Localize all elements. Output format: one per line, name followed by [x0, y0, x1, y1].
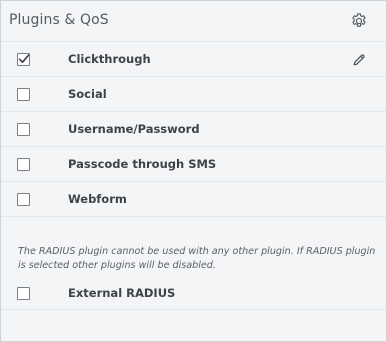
- panel-title: Plugins & QoS: [9, 12, 109, 28]
- passcode-sms-checkbox[interactable]: [17, 158, 30, 171]
- social-checkbox[interactable]: [17, 88, 30, 101]
- plugin-row-social[interactable]: Social: [1, 77, 386, 112]
- gear-icon[interactable]: [350, 12, 368, 30]
- plugin-row-passcode-sms[interactable]: Passcode through SMS: [1, 147, 386, 182]
- plugin-label: Social: [68, 87, 107, 101]
- plugins-qos-panel: Plugins & QoS Clickthrough Social Userna…: [0, 0, 387, 342]
- plugin-list: Clickthrough Social Username/Password Pa…: [1, 42, 386, 217]
- plugin-label: Passcode through SMS: [68, 157, 217, 171]
- username-password-checkbox[interactable]: [17, 123, 30, 136]
- plugin-row-username-password[interactable]: Username/Password: [1, 112, 386, 147]
- webform-checkbox[interactable]: [17, 193, 30, 206]
- plugin-label: External RADIUS: [68, 286, 176, 300]
- external-radius-checkbox[interactable]: [17, 287, 30, 300]
- panel-header: Plugins & QoS: [1, 1, 386, 42]
- clickthrough-checkbox[interactable]: [17, 53, 30, 66]
- checkmark-icon: [18, 54, 30, 63]
- plugin-label: Username/Password: [68, 122, 200, 136]
- plugin-row-webform[interactable]: Webform: [1, 182, 386, 217]
- plugin-row-clickthrough[interactable]: Clickthrough: [1, 42, 386, 77]
- radius-note: The RADIUS plugin cannot be used with an…: [18, 246, 376, 271]
- plugin-row-external-radius[interactable]: External RADIUS: [1, 276, 386, 310]
- pencil-icon[interactable]: [352, 52, 366, 66]
- plugin-label: Webform: [68, 192, 127, 206]
- plugin-label: Clickthrough: [68, 52, 151, 66]
